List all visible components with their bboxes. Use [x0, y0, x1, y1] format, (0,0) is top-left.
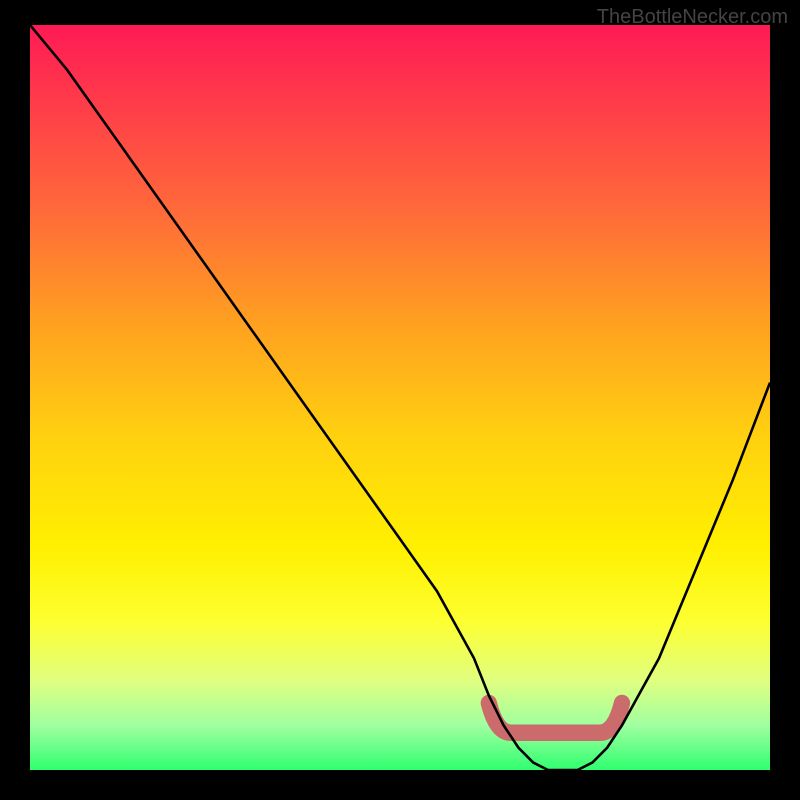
bottleneck-curve-line [30, 25, 770, 770]
chart-svg [30, 25, 770, 770]
optimal-band-marker [489, 703, 622, 733]
chart-plot-area [30, 25, 770, 770]
watermark-text: TheBottleNecker.com [597, 6, 788, 29]
